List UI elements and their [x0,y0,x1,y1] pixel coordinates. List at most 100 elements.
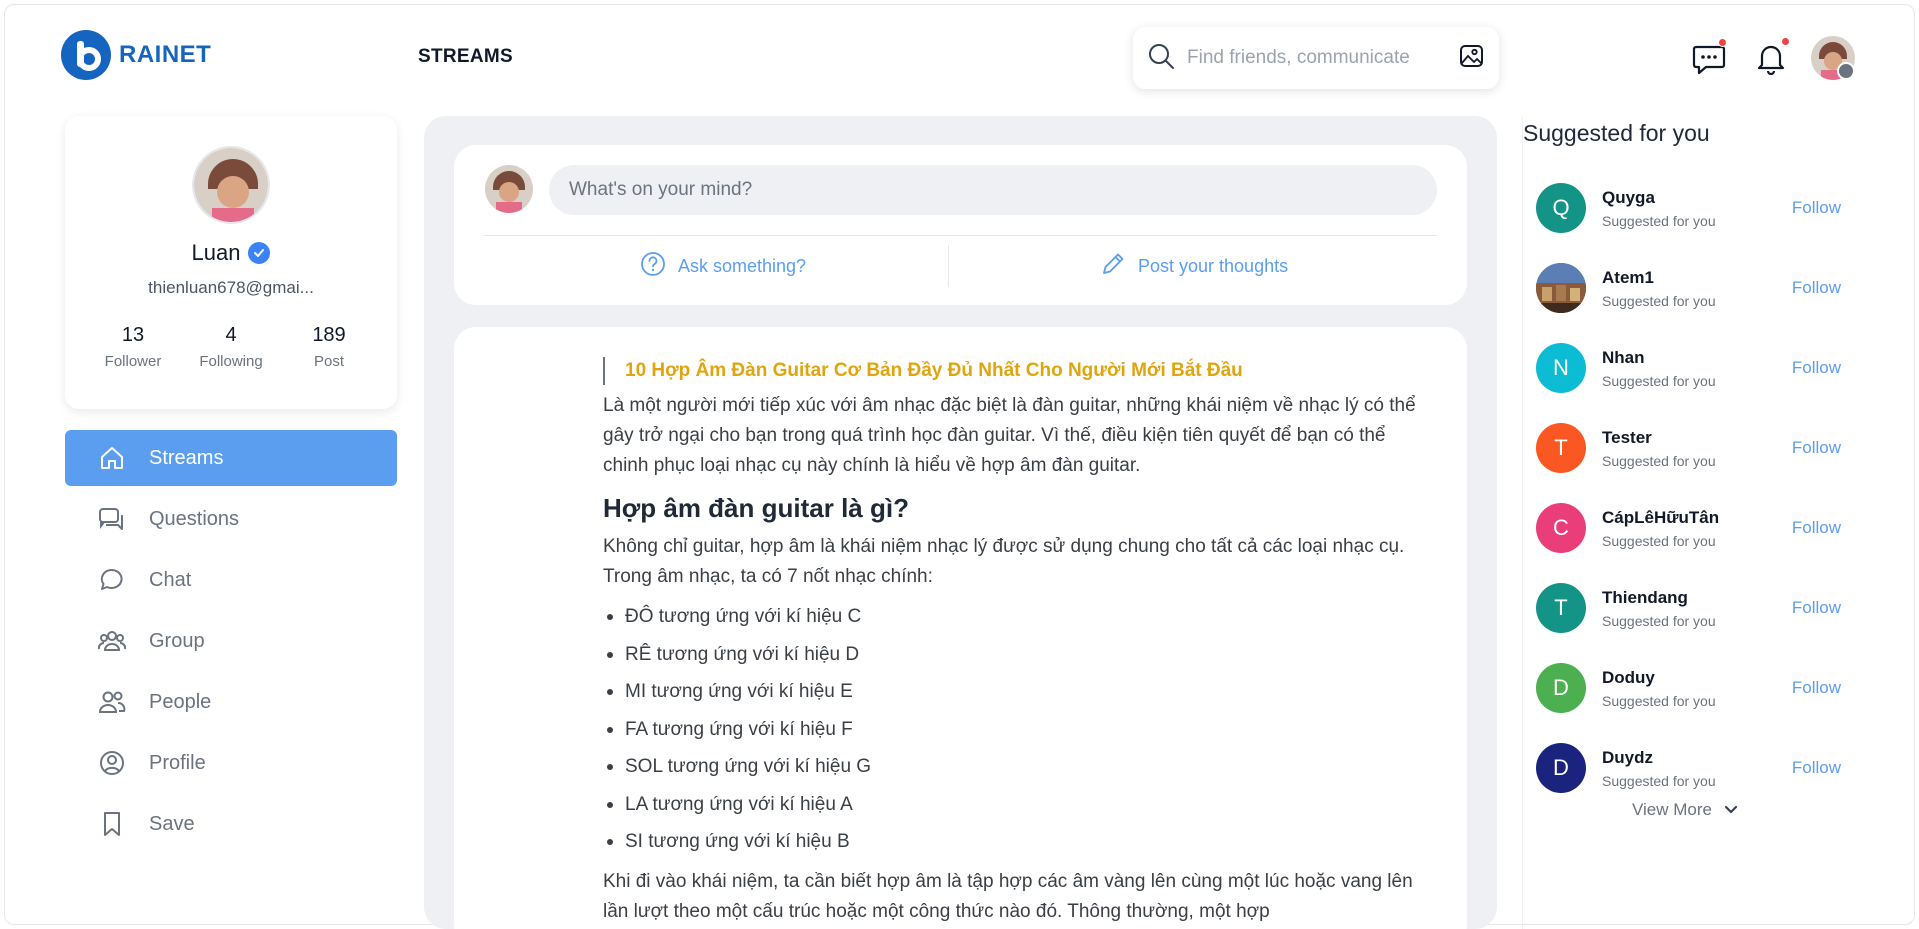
question-circle-icon [640,251,666,282]
follow-button[interactable]: Follow [1792,198,1841,218]
post-card: 10 Hợp Âm Đàn Guitar Cơ Bản Đầy Đủ Nhất … [454,327,1467,929]
follow-button[interactable]: Follow [1792,278,1841,298]
follow-button[interactable]: Follow [1792,678,1841,698]
sidebar-item-label: People [149,690,212,713]
group-icon [97,626,127,656]
post-heading: Hợp âm đàn guitar là gì? [603,493,909,523]
suggested-user-name[interactable]: Nhan [1602,348,1792,368]
suggested-user-name[interactable]: CápLêHữuTân [1602,508,1792,528]
suggested-user-name[interactable]: Doduy [1602,668,1792,688]
stat-label: Following [199,353,263,370]
list-item: SOL tương ứng với kí hiệu G [603,748,1433,786]
stat-value: 4 [225,324,237,346]
list-item: SI tương ứng với kí hiệu B [603,823,1433,861]
avatar[interactable]: C [1536,503,1586,553]
avatar[interactable]: Q [1536,183,1586,233]
list-item: FA tương ứng với kí hiệu F [603,711,1433,749]
suggested-user-subtitle: Suggested for you [1602,532,1716,549]
sidebar-item-chat[interactable]: Chat [65,552,397,608]
sidebar-item-questions[interactable]: Questions [65,491,397,547]
notes-list: ĐÔ tương ứng với kí hiệu C RÊ tương ứng … [603,598,1433,861]
sidebar-item-label: Chat [149,568,192,591]
avatar[interactable]: N [1536,343,1586,393]
suggested-user-subtitle: Suggested for you [1602,612,1716,629]
suggested-user-name[interactable]: Duydz [1602,748,1792,768]
stat-value: 189 [312,324,346,346]
list-item: MI tương ứng với kí hiệu E [603,673,1433,711]
post-thoughts-button[interactable]: Post your thoughts [1100,246,1288,286]
ask-something-label: Ask something? [678,255,807,276]
image-search-icon[interactable] [1459,43,1485,74]
brand-name: RAINET [119,41,212,68]
suggested-list: Q Quyga Suggested for you Follow Atem1 Sug… [1536,168,1856,808]
suggested-user: Atem1 Suggested for you Follow [1536,248,1856,328]
suggested-user-name[interactable]: Thiendang [1602,588,1792,608]
sidebar-item-people[interactable]: People [65,674,397,730]
profile-avatar[interactable] [192,146,270,224]
stat-label: Follower [104,353,162,370]
search-bar[interactable] [1133,27,1499,89]
suggested-user: D Duydz Suggested for you Follow [1536,728,1856,808]
avatar-dropdown-icon[interactable] [1837,62,1855,80]
suggested-user-name[interactable]: Tester [1602,428,1792,448]
composer-avatar [485,165,533,213]
suggested-user: N Nhan Suggested for you Follow [1536,328,1856,408]
sidebar-nav: Streams Questions Chat Group People Prof… [65,430,397,857]
avatar[interactable]: D [1536,743,1586,793]
follow-button[interactable]: Follow [1792,758,1841,778]
ask-something-button[interactable]: Ask something? [640,246,806,286]
post-paragraph: Là một người mới tiếp xúc với âm nhạc đặ… [603,395,1416,476]
suggested-user: Q Quyga Suggested for you Follow [1536,168,1856,248]
sidebar-item-streams[interactable]: Streams [65,430,397,486]
sidebar-item-label: Questions [149,507,240,530]
verified-icon [248,242,271,264]
suggested-user-name[interactable]: Quyga [1602,188,1792,208]
brand-logo[interactable]: RAINET [61,30,211,80]
stat-post[interactable]: 189 Post [294,324,364,370]
composer-input[interactable] [549,165,1437,215]
profile-name[interactable]: Luan [192,240,241,266]
list-item: RÊ tương ứng với kí hiệu D [603,636,1433,674]
sidebar-item-profile[interactable]: Profile [65,735,397,791]
post-title[interactable]: 10 Hợp Âm Đàn Guitar Cơ Bản Đầy Đủ Nhất … [603,357,1433,385]
stat-follower[interactable]: 13 Follower [98,324,168,370]
stat-label: Post [313,353,344,370]
post-composer: Ask something? Post your thoughts [454,145,1467,305]
view-more-button[interactable]: View More [1632,800,1738,820]
profile-email: thienluan678@gmai... [148,278,314,297]
follow-button[interactable]: Follow [1792,438,1841,458]
suggested-user-subtitle: Suggested for you [1602,692,1716,709]
search-icon [1147,42,1175,75]
list-item: LA tương ứng với kí hiệu A [603,786,1433,824]
view-more-label: View More [1632,800,1712,819]
search-input[interactable] [1187,47,1459,69]
suggested-user-name[interactable]: Atem1 [1602,268,1792,288]
stat-following[interactable]: 4 Following [196,324,266,370]
home-icon [97,443,127,473]
follow-button[interactable]: Follow [1792,358,1841,378]
post-thoughts-label: Post your thoughts [1138,255,1289,276]
chevron-down-icon [1724,800,1738,820]
bell-notification-dot [1781,37,1790,46]
questions-icon [97,504,127,534]
suggested-user-subtitle: Suggested for you [1602,452,1716,469]
avatar[interactable] [1536,263,1586,313]
suggested-user: C CápLêHữuTân Suggested for you Follow [1536,488,1856,568]
suggested-user-subtitle: Suggested for you [1602,292,1716,309]
follow-button[interactable]: Follow [1792,598,1841,618]
sidebar-item-save[interactable]: Save [65,796,397,852]
suggested-user: T Tester Suggested for you Follow [1536,408,1856,488]
follow-button[interactable]: Follow [1792,518,1841,538]
suggested-user: D Doduy Suggested for you Follow [1536,648,1856,728]
profile-stats: 13 Follower 4 Following 189 Post [65,324,397,370]
post-paragraph: Khi đi vào khái niệm, ta cần biết hợp âm… [603,870,1413,922]
suggested-user-subtitle: Suggested for you [1602,772,1716,789]
avatar[interactable]: D [1536,663,1586,713]
profile-card: Luan thienluan678@gmai... 13 Follower 4 … [65,116,397,409]
messages-notification-dot [1718,38,1727,47]
avatar[interactable]: T [1536,423,1586,473]
sidebar-item-group[interactable]: Group [65,613,397,669]
people-icon [97,687,127,717]
avatar[interactable]: T [1536,583,1586,633]
chat-icon [97,565,127,595]
